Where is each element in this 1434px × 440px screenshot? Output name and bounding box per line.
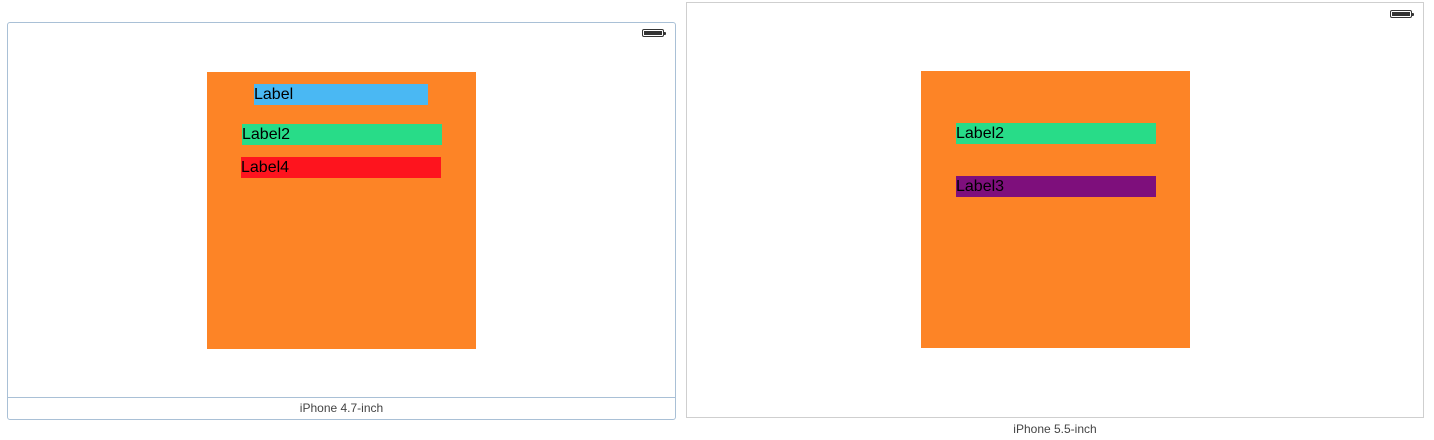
iphone-4-7-scene[interactable]: Label Label2 Label4 iPhone 4.7-inch bbox=[7, 22, 676, 420]
iphone-5-5-scene[interactable]: Label2 Label3 bbox=[686, 2, 1424, 418]
battery-icon bbox=[642, 29, 666, 37]
label4-view[interactable]: Label4 bbox=[241, 157, 441, 178]
label2-view[interactable]: Label2 bbox=[242, 124, 442, 145]
label-view[interactable]: Label bbox=[254, 84, 428, 105]
device-caption: iPhone 4.7-inch bbox=[8, 397, 675, 419]
battery-icon bbox=[1390, 10, 1414, 18]
label2-view[interactable]: Label2 bbox=[956, 123, 1156, 144]
orange-container-view[interactable]: Label Label2 Label4 bbox=[207, 72, 476, 349]
device-caption: iPhone 5.5-inch bbox=[1013, 422, 1097, 436]
orange-container-view[interactable]: Label2 Label3 bbox=[921, 71, 1190, 348]
label3-view[interactable]: Label3 bbox=[956, 176, 1156, 197]
